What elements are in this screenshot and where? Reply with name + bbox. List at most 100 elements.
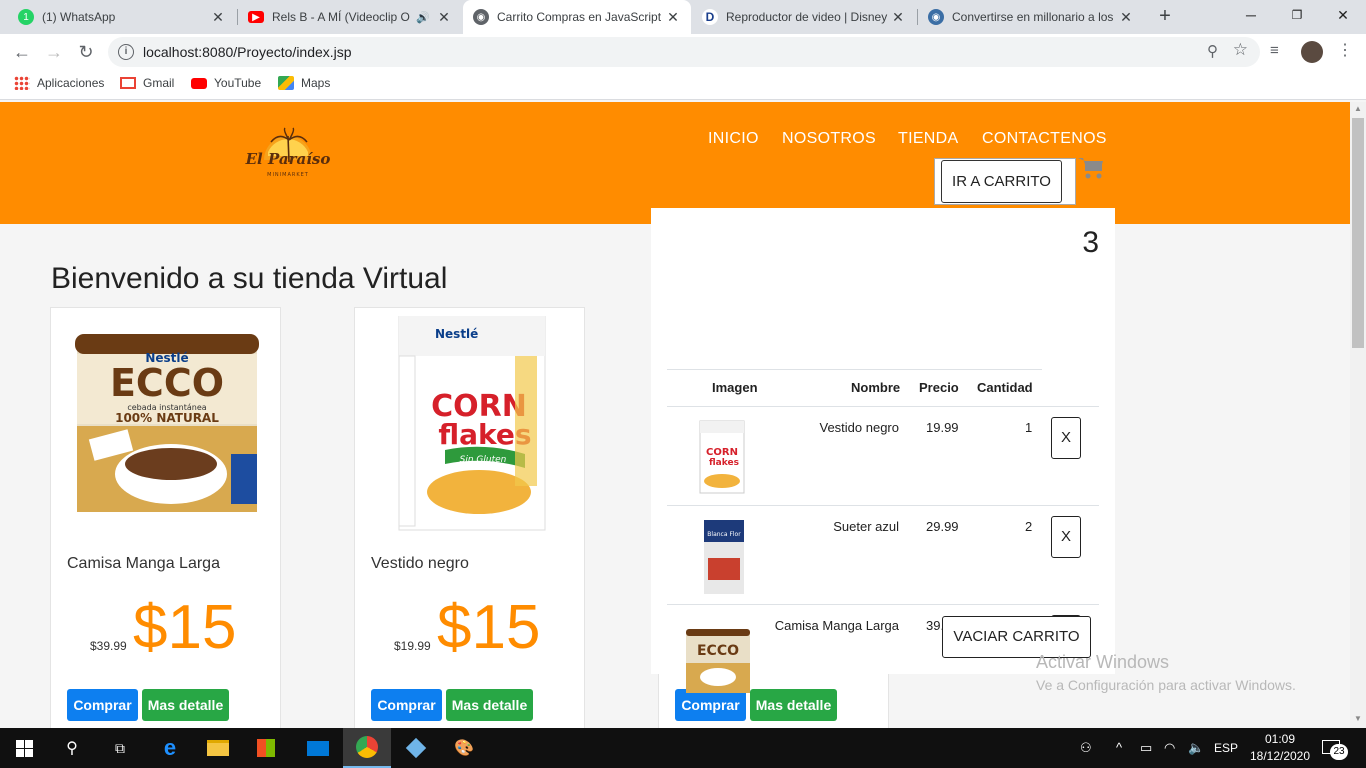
volume-icon[interactable]: 🔈 — [1188, 740, 1204, 756]
language-indicator[interactable]: ESP — [1214, 741, 1238, 755]
youtube-icon — [191, 77, 207, 89]
cart-row: Blanca Flor Sueter azul 29.99 2 X — [667, 505, 1099, 604]
menu-icon[interactable]: ⋮ — [1337, 40, 1353, 60]
chrome-icon[interactable] — [343, 728, 391, 768]
svg-text:CORN: CORN — [706, 447, 738, 458]
tab-disney[interactable]: D Reproductor de video | Disney ✕ — [692, 0, 916, 34]
apps-grid-icon — [14, 76, 30, 90]
action-center-button[interactable]: 23 — [1322, 738, 1348, 760]
paint-icon[interactable]: 🎨 — [440, 728, 488, 768]
windows-logo-icon — [15, 739, 33, 757]
clock-time: 01:09 — [1264, 732, 1296, 746]
zoom-icon[interactable]: ⚲ — [1207, 42, 1218, 60]
remove-item-button[interactable]: X — [1051, 417, 1081, 459]
3d-viewer-icon[interactable] — [392, 728, 440, 768]
forward-button[interactable]: → — [40, 38, 68, 66]
reload-button[interactable]: ↻ — [72, 38, 100, 66]
nav-inicio[interactable]: INICIO — [708, 130, 759, 148]
scroll-up-icon[interactable]: ▲ — [1354, 104, 1362, 113]
wifi-icon[interactable]: ◠ — [1164, 740, 1175, 756]
tab-whatsapp[interactable]: 1 (1) WhatsApp ✕ — [8, 0, 236, 34]
edge-icon[interactable]: e — [146, 728, 194, 768]
whatsapp-icon: 1 — [18, 9, 34, 25]
store-icon[interactable] — [242, 728, 290, 768]
avatar[interactable] — [1301, 41, 1323, 63]
media-queue-icon[interactable]: ≡ — [1270, 42, 1279, 59]
windows-taskbar: ⚲ ⧉ e 🎨 ⚇ ^ ▭ ◠ 🔈 ESP 01:09 18/12/2020 2… — [0, 728, 1366, 768]
nav-tienda[interactable]: TIENDA — [898, 130, 958, 148]
tab-title: Reproductor de video | Disney — [726, 10, 888, 24]
tab-title: (1) WhatsApp — [42, 10, 116, 24]
address-bar[interactable]: i localhost:8080/Proyecto/index.jsp ⚲ ☆ — [108, 37, 1260, 67]
close-icon[interactable]: ✕ — [1118, 9, 1134, 26]
product-image-cornflakes[interactable]: Nestlé CORN flakes Sin Gluten — [395, 316, 550, 534]
people-icon[interactable]: ⚇ — [1080, 740, 1092, 756]
site-header: El Paraíso MINIMARKET INICIO NOSOTROS TI… — [0, 102, 1350, 224]
svg-text:100% NATURAL: 100% NATURAL — [115, 411, 219, 425]
product-image-ecco[interactable]: Nestlé ECCO cebada instantánea 100% NATU… — [71, 334, 263, 514]
shopping-cart-icon[interactable] — [1078, 156, 1104, 180]
bookmark-maps[interactable]: Maps — [278, 76, 330, 90]
svg-text:Blanca Flor: Blanca Flor — [707, 531, 741, 538]
svg-text:Nestlé: Nestlé — [435, 327, 478, 341]
column-header-price: Precio — [919, 380, 959, 395]
svg-text:ECCO: ECCO — [697, 643, 739, 659]
task-view-icon[interactable]: ⧉ — [96, 728, 144, 768]
bookmark-youtube[interactable]: YouTube — [191, 76, 261, 90]
bookmarks-bar: Aplicaciones Gmail YouTube Maps — [0, 70, 1366, 100]
bookmark-apps[interactable]: Aplicaciones — [14, 76, 104, 90]
bookmark-label: Aplicaciones — [37, 76, 105, 90]
product-name: Camisa Manga Larga — [67, 555, 220, 572]
tab-title: Carrito Compras en JavaScript — [497, 10, 662, 24]
file-explorer-icon[interactable] — [194, 728, 242, 768]
tab-carrito[interactable]: ◉ Carrito Compras en JavaScript ✕ — [463, 0, 691, 34]
mail-icon[interactable] — [294, 728, 342, 768]
page-content: El Paraíso MINIMARKET INICIO NOSOTROS TI… — [0, 102, 1350, 728]
go-to-cart-button[interactable]: IR A CARRITO — [941, 160, 1062, 203]
speaker-icon[interactable]: 🔊 — [416, 11, 430, 24]
tab-youtube[interactable]: ▶ Rels B - A MÍ (Videoclip Of 🔊 ✕ — [238, 0, 462, 34]
close-icon[interactable]: ✕ — [436, 9, 452, 26]
activate-windows-watermark: Activar Windows Ve a Configuración para … — [1036, 652, 1296, 693]
url-text[interactable]: localhost:8080/Proyecto/index.jsp — [143, 44, 352, 60]
cart-row: CORN flakes Vestido negro 19.99 1 X — [667, 406, 1099, 505]
details-button[interactable]: Mas detalle — [446, 689, 533, 721]
close-icon[interactable]: ✕ — [890, 9, 906, 26]
tab-millonario[interactable]: ◉ Convertirse en millonario a los ✕ — [918, 0, 1144, 34]
buy-button[interactable]: Comprar — [67, 689, 138, 721]
new-tab-button[interactable]: + — [1153, 4, 1177, 28]
restore-button[interactable]: ❐ — [1274, 0, 1320, 30]
battery-icon[interactable]: ▭ — [1140, 740, 1152, 756]
close-window-button[interactable]: ✕ — [1320, 0, 1366, 30]
star-icon[interactable]: ☆ — [1233, 40, 1248, 60]
el-paraiso-logo[interactable]: El Paraíso MINIMARKET — [242, 122, 334, 184]
svg-text:flakes: flakes — [709, 458, 739, 468]
remove-item-button[interactable]: X — [1051, 516, 1081, 558]
cart-item-name: Vestido negro — [819, 420, 899, 435]
clock[interactable]: 01:09 18/12/2020 — [1249, 731, 1311, 765]
details-button[interactable]: Mas detalle — [142, 689, 229, 721]
bookmark-gmail[interactable]: Gmail — [120, 76, 174, 90]
page-scrollbar[interactable]: ▲ ▼ — [1350, 102, 1366, 728]
cart-item-image: Blanca Flor — [704, 520, 744, 594]
buy-button[interactable]: Comprar — [371, 689, 442, 721]
nav-nosotros[interactable]: NOSOTROS — [782, 130, 876, 148]
product-card: Nestlé CORN flakes Sin Gluten Vestido ne… — [354, 307, 585, 728]
close-icon[interactable]: ✕ — [210, 9, 226, 26]
cart-item-name: Camisa Manga Larga — [774, 618, 899, 633]
youtube-icon: ▶ — [248, 11, 264, 23]
cart-item-image: ECCO — [686, 629, 750, 693]
back-button[interactable]: ← — [8, 38, 36, 66]
show-hidden-icons[interactable]: ^ — [1116, 740, 1122, 755]
minimize-button[interactable]: ─ — [1228, 0, 1274, 30]
scroll-down-icon[interactable]: ▼ — [1354, 714, 1362, 723]
nav-contactenos[interactable]: CONTACTENOS — [982, 130, 1107, 148]
info-icon[interactable]: i — [118, 44, 134, 60]
close-icon[interactable]: ✕ — [665, 9, 681, 26]
start-button[interactable] — [0, 728, 48, 768]
price: $15 — [133, 593, 237, 662]
product-name: Vestido negro — [371, 555, 469, 572]
scrollbar-thumb[interactable] — [1352, 118, 1364, 348]
cart-item-image: CORN flakes — [699, 420, 745, 494]
search-icon[interactable]: ⚲ — [48, 728, 96, 768]
